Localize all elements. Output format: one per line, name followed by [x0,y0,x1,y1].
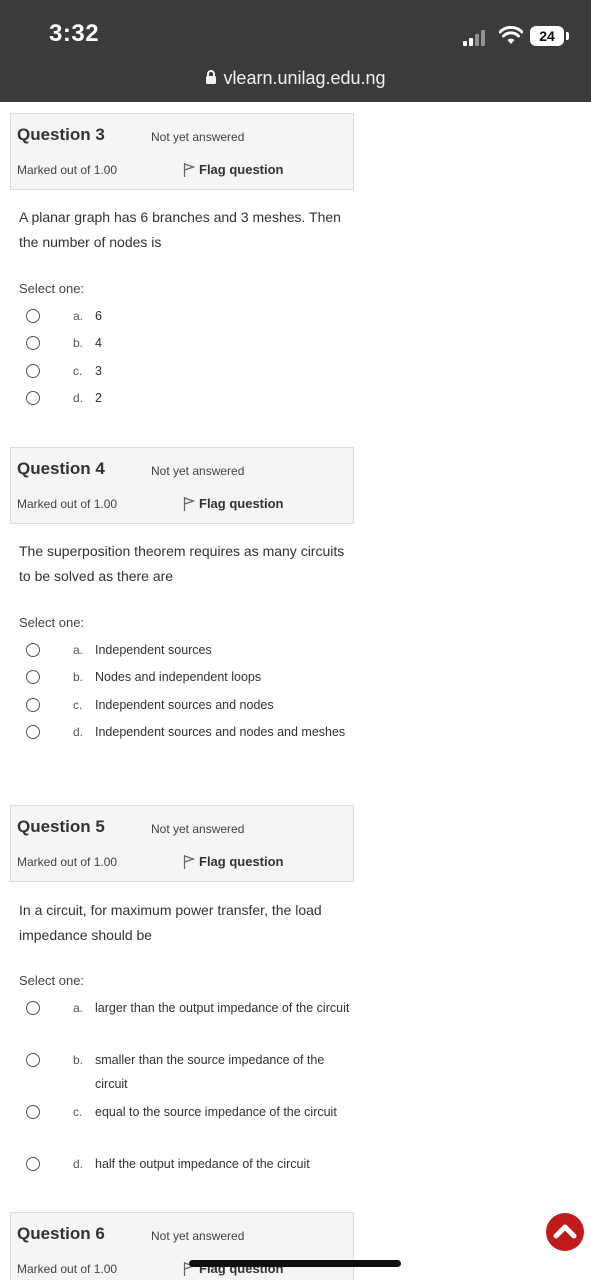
question-text: The superposition theorem requires as ma… [19,543,345,584]
radio-button[interactable] [26,698,40,712]
flag-question-button[interactable]: Flag question [183,496,284,512]
option-text: 4 [95,336,102,350]
option-text: 3 [95,364,102,378]
question-state: Not yet answered [151,464,245,478]
flag-question-button[interactable]: Flag question [183,162,284,178]
option-text: Nodes and independent loops [95,670,262,684]
url-text: vlearn.unilag.edu.ng [223,68,386,88]
option-letter: a. [73,1001,84,1015]
option-text: Independent sources [95,643,212,657]
flag-question-button[interactable]: Flag question [183,854,284,870]
option-letter: c. [73,364,83,378]
option-text: 6 [95,309,102,323]
radio-button[interactable] [26,643,40,657]
flag-icon [183,855,196,869]
question-title: Question 5 [17,817,105,836]
select-one-label: Select one: [19,281,85,296]
question-text: In a circuit, for maximum power transfer… [19,902,322,943]
radio-button[interactable] [26,725,40,739]
question-info-box: Question 4 Not yet answered Marked out o… [10,447,354,524]
question-title: Question 6 [17,1224,105,1243]
wifi-icon [499,26,523,44]
question-title: Question 3 [17,125,105,144]
address-bar[interactable]: vlearn.unilag.edu.ng [0,68,591,89]
option-letter: a. [73,309,84,323]
radio-button[interactable] [26,364,40,378]
option-letter: c. [73,1105,83,1119]
option-letter: d. [73,391,84,405]
question-info-box: Question 3 Not yet answered Marked out o… [10,113,354,190]
status-bar: 3:32 24 vlearn.unilag.edu.ng [0,0,591,102]
radio-button[interactable] [26,1053,40,1067]
option-text: larger than the output impedance of the … [95,1001,350,1015]
question-state: Not yet answered [151,1229,245,1243]
option-letter: a. [73,643,84,657]
radio-button[interactable] [26,1157,40,1171]
question-marks: Marked out of 1.00 [17,163,118,177]
radio-button[interactable] [26,1105,40,1119]
radio-button[interactable] [26,391,40,405]
chevron-up-icon [553,1224,577,1239]
battery-icon: 24 [530,26,564,46]
flag-icon [183,163,196,177]
option-letter: b. [73,670,84,684]
option-letter: b. [73,336,84,350]
question-info-box: Question 5 Not yet answered Marked out o… [10,805,354,882]
radio-button[interactable] [26,1001,40,1015]
option-text: equal to the source impedance of the cir… [95,1105,337,1119]
question-state: Not yet answered [151,822,245,836]
question-marks: Marked out of 1.00 [17,497,118,511]
radio-button[interactable] [26,309,40,323]
radio-button[interactable] [26,336,40,350]
select-one-label: Select one: [19,615,85,630]
option-letter: d. [73,1157,84,1171]
option-letter: d. [73,725,84,739]
option-text: half the output impedance of the circuit [95,1157,310,1171]
flag-question-label: Flag question [199,854,284,869]
status-time: 3:32 [49,20,100,47]
scroll-to-top-button[interactable] [546,1213,584,1251]
home-indicator[interactable] [189,1260,401,1267]
lock-icon [206,70,217,84]
select-one-label: Select one: [19,973,85,988]
option-text: smaller than the source impedance of the… [95,1053,325,1091]
battery-cap [566,32,569,40]
flag-icon [183,497,196,511]
radio-button[interactable] [26,670,40,684]
question-title: Question 4 [17,459,105,478]
signal-icon [463,30,491,46]
option-letter: c. [73,698,83,712]
flag-question-label: Flag question [199,162,284,177]
flag-question-label: Flag question [199,496,284,511]
question-marks: Marked out of 1.00 [17,855,118,869]
option-text: 2 [95,391,102,405]
question-marks: Marked out of 1.00 [17,1262,118,1276]
option-text: Independent sources and nodes and meshes [95,725,346,739]
question-state: Not yet answered [151,130,245,144]
question-info-box: Question 6 Not yet answered Marked out o… [10,1212,354,1280]
option-text: Independent sources and nodes [95,698,274,712]
question-text: A planar graph has 6 branches and 3 mesh… [19,209,341,250]
option-letter: b. [73,1053,84,1067]
